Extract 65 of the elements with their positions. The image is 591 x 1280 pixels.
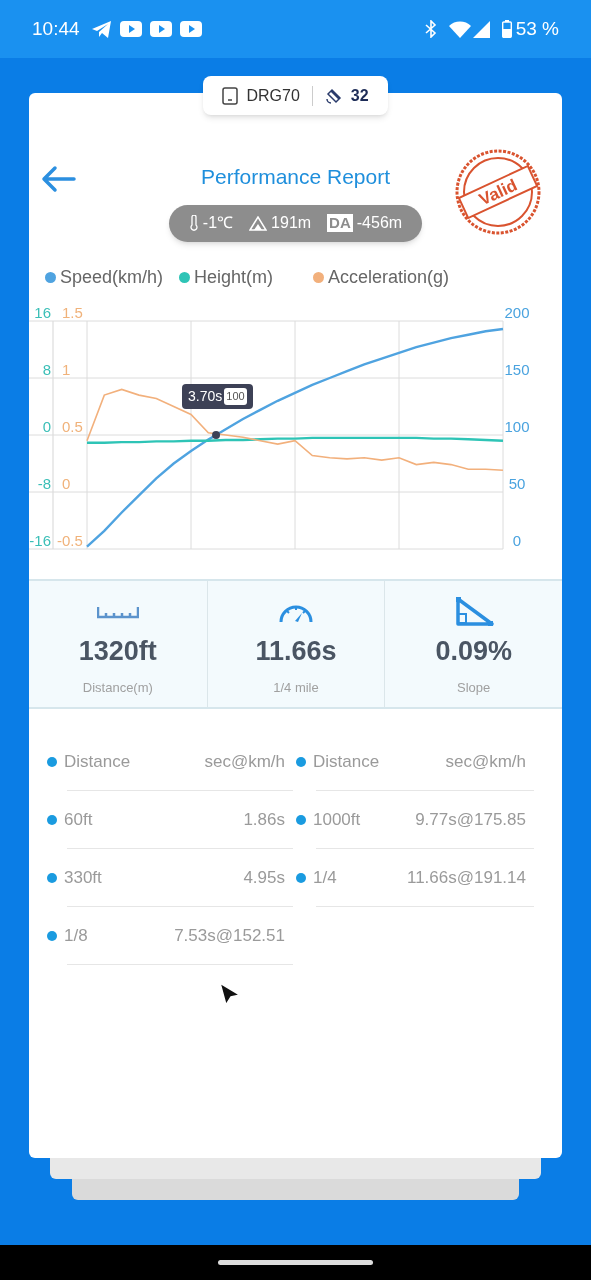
split-value: 4.95s — [243, 867, 285, 890]
split-label: 60ft — [64, 809, 93, 832]
split-label: Distance — [313, 751, 380, 774]
highlight-point — [212, 431, 221, 439]
tablet-icon — [222, 86, 239, 105]
condition-value: -456m — [356, 213, 403, 233]
thermometer-icon — [188, 215, 199, 231]
wifi-icon — [448, 20, 471, 38]
tooltip-value: 100 — [224, 388, 247, 405]
battery-icon — [501, 20, 512, 38]
stat-value: 1320ft — [78, 635, 157, 668]
axis-tick-label: 1 — [62, 361, 71, 378]
split-label: Distance — [64, 751, 131, 774]
axis-tick-label: 0.5 — [62, 418, 83, 435]
axis-tick-label: -0.5 — [57, 532, 83, 549]
split-value: sec@km/h — [445, 751, 526, 774]
status-time: 10:44 — [32, 16, 80, 41]
split-value: 1.86s — [243, 809, 285, 832]
play-icon — [179, 21, 202, 37]
split-value: 11.66s@191.14 — [406, 867, 526, 890]
satellite-count: 32 — [350, 85, 369, 106]
tooltip-time: 3.70s — [188, 387, 223, 406]
condition-value: 191m — [271, 213, 312, 233]
condition-value: -1℃ — [202, 213, 234, 233]
condition-badge: DA — [327, 214, 353, 232]
stat-label: Distance(m) — [82, 678, 153, 697]
stat-value: 0.09% — [435, 635, 512, 668]
axis-tick-label: 1.5 — [62, 304, 83, 321]
axis-tick-label: -16 — [29, 532, 51, 549]
split-label: 1/8 — [64, 925, 88, 948]
play-icon — [149, 21, 172, 37]
mountain-icon — [249, 215, 268, 231]
axis-tick-label: 8 — [42, 361, 51, 378]
paper-plane-icon — [91, 20, 112, 38]
axis-tick-label: 0 — [42, 418, 51, 435]
axis-tick-label: 100 — [504, 418, 530, 435]
stat-label: Slope — [457, 678, 491, 697]
axis-tick-label: -8 — [37, 475, 51, 492]
axis-tick-label: 0 — [62, 475, 71, 492]
split-value: sec@km/h — [204, 751, 285, 774]
axis-tick-label: 150 — [504, 361, 530, 378]
split-value: 9.77s@175.85 — [415, 809, 526, 832]
axis-tick-label: 200 — [504, 304, 530, 321]
legend-label: Acceleration(g) — [328, 266, 450, 289]
page-title: Performance Report — [200, 164, 391, 190]
back-arrow-icon[interactable] — [40, 165, 76, 193]
split-value: 7.53s@152.51 — [174, 925, 285, 948]
stat-value: 11.66s — [255, 635, 337, 668]
bluetooth-icon — [424, 20, 437, 38]
axis-tick-label: 16 — [34, 304, 51, 321]
legend-label: Speed(km/h) — [60, 266, 164, 289]
legend-label: Height(m) — [194, 266, 274, 289]
split-label: 1/4 — [313, 867, 337, 890]
play-icon — [119, 21, 142, 37]
slope-triangle-icon — [453, 596, 494, 628]
split-label: 330ft — [64, 867, 102, 890]
signal-icon — [472, 20, 490, 38]
axis-tick-label: 50 — [508, 475, 526, 492]
battery-percent: 53 % — [515, 16, 559, 41]
device-name: DRG70 — [246, 85, 300, 106]
valid-stamp: Valid — [454, 148, 542, 236]
ruler-icon — [96, 605, 139, 619]
axis-tick-label: 0 — [512, 532, 522, 549]
stat-label: 1/4 mile — [273, 678, 319, 697]
split-label: 1000ft — [313, 809, 361, 832]
